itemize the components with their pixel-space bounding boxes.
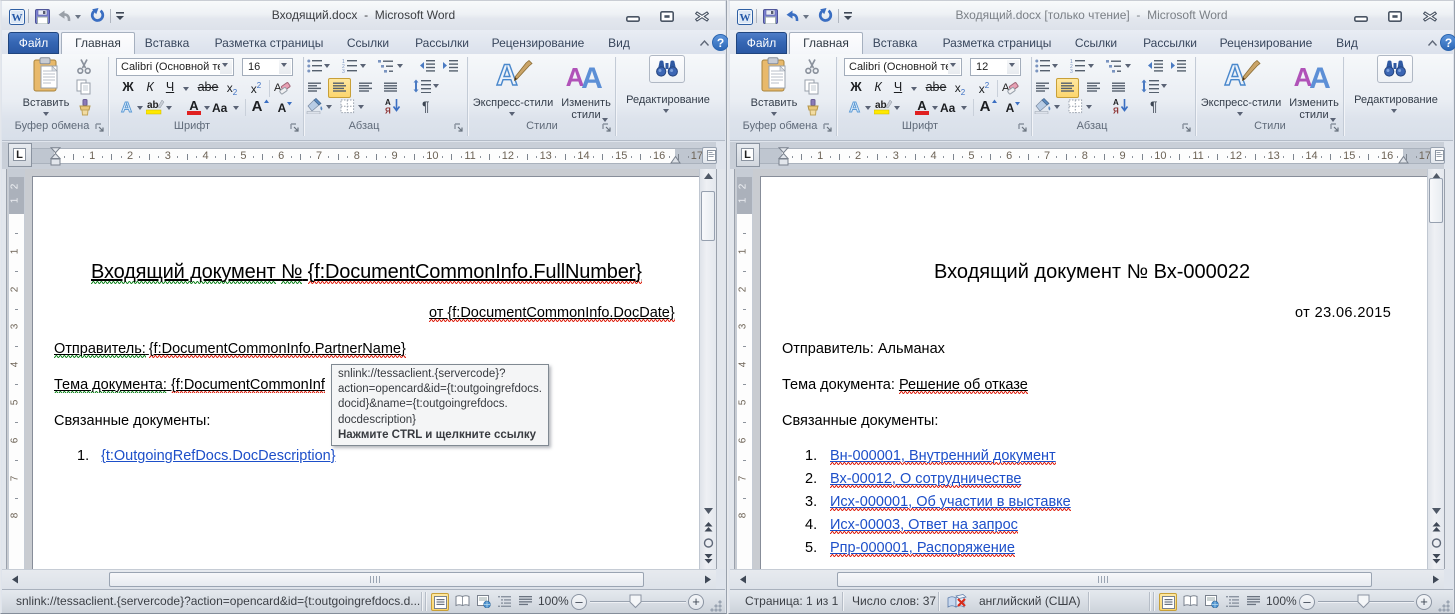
svg-text:A: A: [849, 99, 860, 115]
svg-text:Я: Я: [1113, 107, 1119, 115]
svg-text:A: A: [1006, 101, 1015, 114]
svg-text:A: A: [980, 98, 991, 114]
svg-text:A: A: [917, 98, 927, 113]
svg-text:?: ?: [1445, 36, 1452, 50]
svg-text:A: A: [496, 59, 518, 91]
svg-text:Я: Я: [385, 107, 391, 115]
svg-text:ab: ab: [147, 100, 159, 111]
svg-text:A: A: [189, 98, 199, 113]
svg-text:A: A: [1224, 59, 1246, 91]
svg-text:A: A: [252, 98, 263, 114]
svg-text:A: A: [278, 101, 287, 114]
svg-text:A: A: [581, 62, 603, 91]
svg-text:Aa: Aa: [940, 101, 956, 115]
svg-text:¶: ¶: [1150, 98, 1158, 113]
svg-text:¶: ¶: [422, 98, 430, 113]
svg-text:3: 3: [1070, 69, 1073, 73]
svg-text:A: A: [121, 99, 132, 115]
svg-text:A: A: [1309, 62, 1331, 91]
svg-text:?: ?: [717, 36, 724, 50]
svg-text:3: 3: [342, 69, 345, 73]
svg-text:ab: ab: [875, 100, 887, 111]
svg-text:Aa: Aa: [212, 101, 228, 115]
